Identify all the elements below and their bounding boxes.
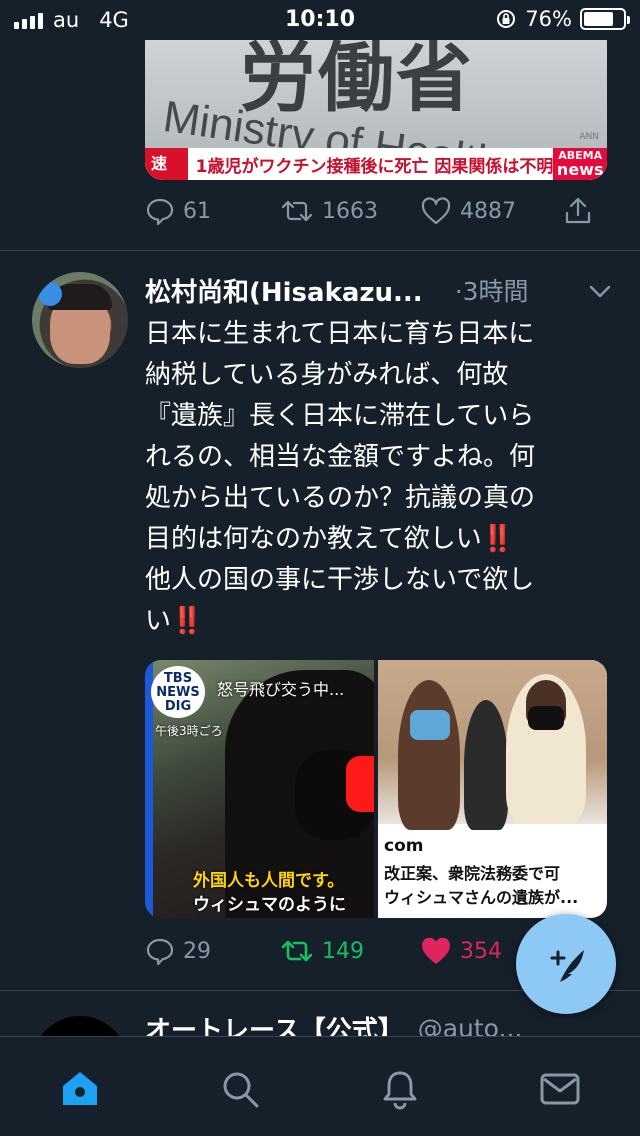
like-button[interactable]: 354 — [420, 936, 502, 966]
heart-icon — [422, 937, 450, 964]
video-subtitle-1: 外国人も人間です。 — [193, 871, 345, 891]
bell-icon — [383, 1071, 417, 1110]
tweet-timestamp[interactable]: ·3時間 — [455, 272, 529, 308]
watermark: ANN — [579, 132, 599, 142]
tbs-news-logo: TBS NEWS DIG — [151, 666, 205, 718]
like-count: 354 — [460, 938, 502, 964]
battery-percent: 76% — [525, 7, 572, 31]
battery-icon — [580, 8, 630, 30]
tweet-line: 他人の国の事に干渉しないで欲し — [145, 565, 535, 595]
breaking-tag: 速報 — [145, 148, 188, 180]
tab-home[interactable] — [58, 1067, 102, 1111]
compose-tweet-button[interactable] — [516, 914, 616, 1014]
reply-icon — [146, 938, 174, 966]
tweet-line: 処から出ているのか？抗議の真の — [145, 483, 536, 513]
link-headline: 改正案、衆院法務委で可 ウィシュマさんの遺族が... — [384, 864, 579, 907]
tweet-line: 目的は何なのか教えて欲しい — [145, 524, 482, 554]
media-image-left[interactable]: TBS NEWS DIG 怒号飛び交う中... 午後3時ごろ 外国人も人間です。… — [145, 660, 374, 918]
avatar[interactable] — [32, 272, 128, 368]
like-count: 4887 — [460, 198, 516, 224]
avatar-emoji-icon — [38, 282, 62, 306]
home-icon — [63, 1072, 97, 1105]
media-image-right[interactable]: com 改正案、衆院法務委で可 ウィシュマさんの遺族が... — [378, 660, 607, 918]
tweet-media: TBS NEWS DIG 怒号飛び交う中... 午後3時ごろ 外国人も人間です。… — [145, 660, 607, 918]
share-icon — [565, 197, 591, 224]
video-caption-top: 怒号飛び交う中... — [217, 680, 345, 699]
tweet-header: 松村尚和(Hisakazu... ·3時間 — [145, 272, 615, 308]
double-exclamation-icon: ‼️ — [481, 524, 514, 554]
tweet-line: 『遺族』長く日本に滞在していら — [145, 401, 535, 431]
tweet-line: い — [145, 606, 172, 636]
reply-count: 29 — [183, 938, 211, 964]
share-button[interactable] — [563, 196, 593, 226]
tab-search[interactable] — [218, 1067, 262, 1111]
news-ticker: 速報 1歳児がワクチン接種後に死亡 因果関係は不明 ABEMAnews — [145, 148, 607, 180]
tweet-line: 納税している身がみれば、何故 — [145, 360, 509, 390]
retweet-icon — [281, 940, 313, 962]
compose-feather-icon — [550, 950, 584, 982]
tweet-line: 日本に生まれて日本に育ち日本に — [145, 319, 535, 349]
reply-button[interactable]: 61 — [145, 196, 211, 226]
reply-button[interactable]: 29 — [145, 936, 211, 966]
bottom-tab-bar — [0, 1036, 640, 1136]
display-name[interactable]: 松村尚和(Hisakazu... — [145, 272, 423, 309]
tweet-line: れるの、相当な金額ですよね。何 — [145, 442, 536, 472]
tweet-divider — [0, 250, 640, 251]
video-caption-time: 午後3時ごろ — [155, 724, 223, 738]
retweet-icon — [281, 200, 313, 222]
double-exclamation-icon: ‼️ — [171, 606, 203, 636]
rotation-lock-icon — [497, 10, 516, 28]
chevron-down-icon[interactable] — [587, 278, 613, 304]
news-image[interactable]: 労働省 Ministry of Health ANN 速報 1歳児がワクチン接種… — [145, 40, 607, 180]
play-icon — [346, 756, 374, 812]
previous-tweet-actions: 61 1663 4887 — [145, 196, 605, 232]
mail-icon — [540, 1073, 580, 1105]
tab-notifications[interactable] — [378, 1067, 422, 1111]
retweet-button[interactable]: 149 — [280, 936, 364, 966]
reply-icon — [146, 198, 174, 226]
search-icon — [223, 1072, 259, 1108]
status-bar: au 4G 10:10 76% — [0, 0, 640, 40]
retweet-count: 1663 — [322, 198, 378, 224]
retweet-count: 149 — [322, 938, 364, 964]
reply-count: 61 — [183, 198, 211, 224]
abema-logo: ABEMA news — [553, 148, 607, 180]
like-button[interactable]: 4887 — [420, 196, 516, 226]
ticker-text: 1歳児がワクチン接種後に死亡 因果関係は不明 — [195, 156, 554, 177]
heart-icon — [421, 197, 451, 225]
tab-messages[interactable] — [538, 1067, 582, 1111]
tweet-text: 日本に生まれて日本に育ち日本に 納税している身がみれば、何故 『遺族』長く日本に… — [145, 314, 605, 642]
link-domain: com — [384, 836, 424, 856]
video-subtitle-2: ウィシュマのように — [193, 895, 346, 915]
retweet-button[interactable]: 1663 — [280, 196, 378, 226]
